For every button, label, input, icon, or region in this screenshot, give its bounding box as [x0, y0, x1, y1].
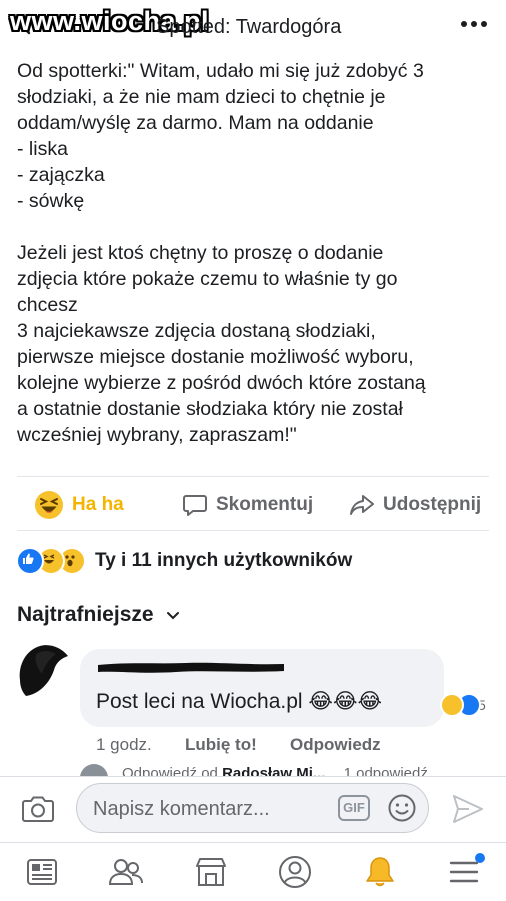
- comment-input-placeholder: Napisz komentarz...: [93, 798, 270, 820]
- reactions-summary-text: Ty i 11 innych użytkowników: [95, 550, 353, 571]
- divider: [17, 530, 489, 531]
- commenter-avatar[interactable]: [16, 640, 78, 702]
- profile-icon[interactable]: [277, 855, 313, 889]
- menu-notification-badge: [475, 853, 485, 863]
- divider: [17, 476, 489, 477]
- comment-text: Post leci na Wiocha.pl 😂😂😂: [96, 690, 383, 713]
- haha-label: Ha ha: [72, 494, 124, 515]
- haha-emoji-icon: [34, 490, 64, 520]
- top-bar: www.wiocha.pl Spotted: Twardogóra: [0, 0, 506, 52]
- emoji-icon[interactable]: [387, 793, 417, 828]
- comment-icon: [182, 492, 208, 518]
- notifications-bell-icon[interactable]: [362, 855, 398, 889]
- news-feed-icon[interactable]: [24, 855, 60, 889]
- comment-like-button[interactable]: Lubię to!: [185, 735, 257, 755]
- groups-icon[interactable]: [108, 855, 144, 889]
- gif-button[interactable]: GIF: [338, 795, 370, 821]
- more-options-icon[interactable]: [458, 12, 490, 36]
- comment-reply-button[interactable]: Odpowiedz: [290, 735, 381, 755]
- send-icon[interactable]: [451, 793, 485, 830]
- camera-icon[interactable]: [21, 795, 55, 828]
- chevron-down-icon: [166, 603, 180, 627]
- reply-preview-text: Odpowiedź od Radosław Mi... 1 odpowiedź: [122, 765, 428, 776]
- like-reaction-icon: [16, 547, 44, 575]
- reply-preview[interactable]: Odpowiedź od Radosław Mi... 1 odpowiedź: [80, 762, 500, 776]
- comment-label: Skomentuj: [216, 494, 314, 515]
- marketplace-icon[interactable]: [193, 855, 229, 889]
- share-icon: [349, 492, 375, 518]
- haha-reaction-icon: [440, 693, 464, 717]
- comment-sort-dropdown[interactable]: Najtrafniejsze: [17, 603, 180, 627]
- sort-label: Najtrafniejsze: [17, 603, 154, 626]
- share-button[interactable]: Udostępnij: [349, 488, 481, 522]
- post-text: Od spotterki:" Witam, udało mi się już z…: [17, 60, 426, 446]
- bottom-nav: [0, 842, 506, 901]
- comment-reactions[interactable]: 5: [440, 693, 486, 717]
- comment-author-redacted[interactable]: [96, 659, 286, 675]
- share-label: Udostępnij: [383, 494, 482, 515]
- comment-time: 1 godz.: [96, 735, 152, 754]
- group-title[interactable]: Spotted: Twardogóra: [156, 16, 341, 39]
- comment-input[interactable]: Napisz komentarz... GIF: [76, 783, 429, 833]
- haha-reaction-button[interactable]: Ha ha: [34, 488, 124, 522]
- reply-avatar: [80, 764, 108, 776]
- reactions-summary[interactable]: Ty i 11 innych użytkowników: [16, 547, 353, 575]
- comment-button[interactable]: Skomentuj: [182, 488, 313, 522]
- comment-bubble[interactable]: Post leci na Wiocha.pl 😂😂😂: [80, 649, 444, 727]
